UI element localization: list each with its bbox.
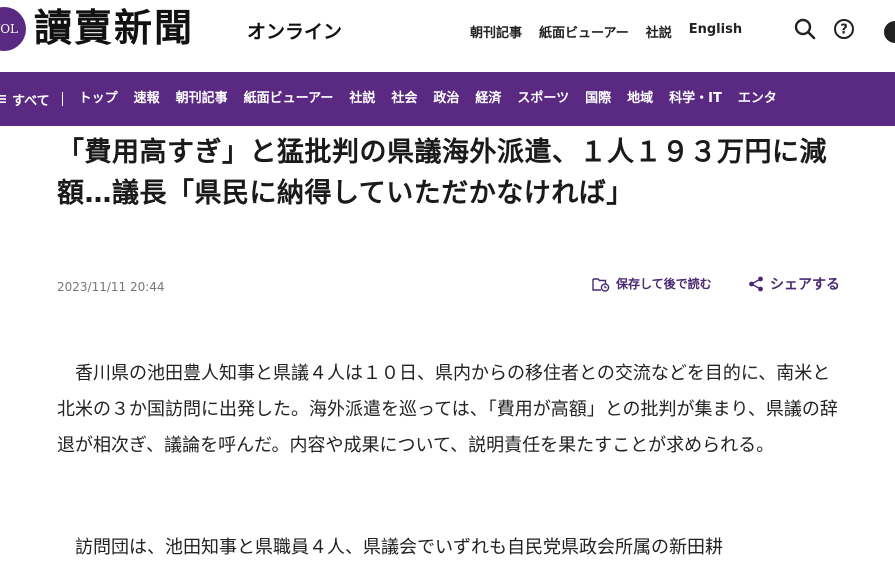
article-paragraph: 香川県の池田豊人知事と県議４人は１０日、県内からの移住者との交流などを目的に、南…	[57, 363, 838, 456]
article-paragraph: 訪問団は、池田知事と県職員４人、県議会でいずれも自民党県政会所属の新田耕	[75, 537, 723, 558]
article-headline: 「費用高すぎ」と猛批判の県議海外派遣、１人１９３万円に減額…議長「県民に納得して…	[57, 137, 827, 209]
search-icon[interactable]	[792, 16, 818, 42]
logo-badge[interactable]: YOL	[0, 7, 26, 51]
nav-item-top[interactable]: トップ	[71, 72, 126, 126]
nav-item-editorial[interactable]: 社説	[341, 72, 383, 126]
nav-item-viewer[interactable]: 紙面ビューアー	[236, 72, 342, 126]
share-label: シェアする	[770, 277, 840, 293]
article-date: 2023/11/11 20:44	[57, 280, 165, 294]
nav-item-international[interactable]: 国際	[577, 72, 619, 126]
main-nav: すべて トップ 速報 朝刊記事 紙面ビューアー 社説 社会 政治 経済 スポーツ…	[0, 72, 895, 126]
header-link-paper-viewer[interactable]: 紙面ビューアー	[539, 22, 629, 41]
save-for-later-label: 保存して後で読む	[616, 277, 712, 291]
site-logo[interactable]: 讀賣新聞	[34, 4, 194, 52]
folder-clock-icon	[592, 277, 610, 292]
nav-item-society[interactable]: 社会	[383, 72, 425, 126]
nav-item-breaking[interactable]: 速報	[126, 72, 168, 126]
nav-item-science-it[interactable]: 科学・IT	[661, 72, 730, 126]
nav-item-economy[interactable]: 経済	[467, 72, 509, 126]
nav-all-label: すべて	[12, 93, 50, 109]
nav-item-entertainment[interactable]: エンタ	[730, 72, 785, 126]
nav-item-politics[interactable]: 政治	[425, 72, 467, 126]
site-header: YOL 讀賣新聞 オンライン 朝刊記事 紙面ビューアー 社説 English ?	[0, 0, 895, 72]
nav-item-sports[interactable]: スポーツ	[509, 72, 577, 126]
menu-icon	[0, 95, 6, 103]
share-button[interactable]: シェアする	[748, 274, 840, 294]
save-for-later-button[interactable]: 保存して後で読む	[592, 275, 712, 292]
nav-item-morning[interactable]: 朝刊記事	[168, 72, 236, 126]
header-link-english[interactable]: English	[689, 22, 742, 41]
help-icon[interactable]: ?	[831, 16, 857, 42]
page: YOL 讀賣新聞 オンライン 朝刊記事 紙面ビューアー 社説 English ?	[0, 0, 895, 569]
header-link-editorial[interactable]: 社説	[646, 22, 672, 41]
user-icon[interactable]	[884, 21, 895, 43]
nav-item-local[interactable]: 地域	[619, 72, 661, 126]
nav-divider	[61, 92, 63, 106]
site-logo-sub[interactable]: オンライン	[247, 17, 342, 44]
share-icon	[749, 276, 763, 292]
header-links: 朝刊記事 紙面ビューアー 社説 English	[470, 22, 742, 41]
nav-all-button[interactable]: すべて	[0, 90, 62, 109]
svg-text:?: ?	[840, 23, 848, 38]
header-link-morning-articles[interactable]: 朝刊記事	[470, 22, 522, 41]
